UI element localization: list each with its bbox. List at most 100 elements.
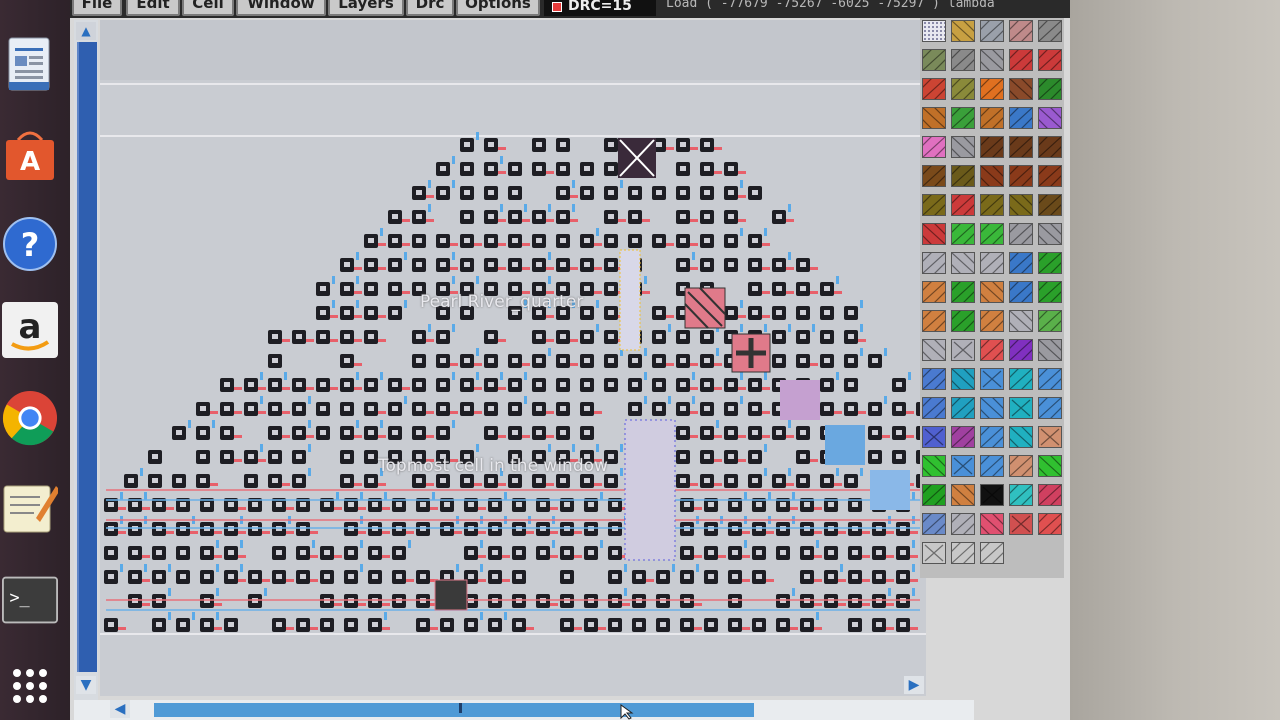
layer-swatch[interactable] bbox=[1038, 484, 1062, 506]
vertical-scroll-thumb[interactable] bbox=[77, 42, 97, 672]
layer-swatch[interactable] bbox=[980, 339, 1004, 361]
layer-swatch[interactable] bbox=[922, 542, 946, 564]
layer-swatch[interactable] bbox=[951, 107, 975, 129]
layer-swatch[interactable] bbox=[951, 484, 975, 506]
layer-swatch[interactable] bbox=[951, 49, 975, 71]
scroll-up-arrow-icon[interactable]: ▲ bbox=[76, 22, 96, 40]
layer-swatch[interactable] bbox=[1009, 426, 1033, 448]
layer-swatch[interactable] bbox=[922, 49, 946, 71]
layer-swatch[interactable] bbox=[980, 252, 1004, 274]
layer-swatch[interactable] bbox=[980, 368, 1004, 390]
layer-swatch[interactable] bbox=[980, 310, 1004, 332]
layer-swatch[interactable] bbox=[980, 107, 1004, 129]
layer-swatch[interactable] bbox=[1038, 223, 1062, 245]
horizontal-scrollbar[interactable]: ◀ bbox=[74, 700, 974, 720]
layer-swatch[interactable] bbox=[1038, 107, 1062, 129]
layer-swatch[interactable] bbox=[922, 484, 946, 506]
layer-swatch[interactable] bbox=[922, 136, 946, 158]
layer-swatch[interactable] bbox=[1038, 20, 1062, 42]
layer-swatch[interactable] bbox=[922, 252, 946, 274]
layer-swatch[interactable] bbox=[1038, 368, 1062, 390]
layer-swatch[interactable] bbox=[1009, 368, 1033, 390]
layer-swatch[interactable] bbox=[951, 310, 975, 332]
layer-swatch[interactable] bbox=[1038, 455, 1062, 477]
layer-swatch[interactable] bbox=[1009, 339, 1033, 361]
libreoffice-writer-icon[interactable] bbox=[2, 36, 58, 92]
layer-swatch[interactable] bbox=[1038, 339, 1062, 361]
layer-swatch[interactable] bbox=[980, 397, 1004, 419]
menu-drc[interactable]: Drc bbox=[406, 0, 454, 16]
layer-swatch[interactable] bbox=[951, 426, 975, 448]
layer-swatch[interactable] bbox=[951, 165, 975, 187]
ubuntu-software-icon[interactable]: A bbox=[2, 126, 58, 182]
layer-swatch[interactable] bbox=[1009, 78, 1033, 100]
layer-swatch[interactable] bbox=[1038, 281, 1062, 303]
layer-swatch[interactable] bbox=[951, 281, 975, 303]
layout-drawing[interactable] bbox=[100, 20, 926, 696]
horizontal-scroll-thumb[interactable] bbox=[154, 703, 754, 717]
layer-swatch[interactable] bbox=[922, 339, 946, 361]
layer-swatch[interactable] bbox=[951, 136, 975, 158]
layer-swatch[interactable] bbox=[980, 542, 1004, 564]
layer-swatch[interactable] bbox=[1038, 49, 1062, 71]
layer-swatch[interactable] bbox=[922, 455, 946, 477]
layer-swatch[interactable] bbox=[951, 194, 975, 216]
scroll-left-arrow-icon[interactable]: ◀ bbox=[110, 700, 130, 718]
layer-swatch[interactable] bbox=[951, 78, 975, 100]
layer-swatch[interactable] bbox=[951, 20, 975, 42]
show-apps-icon[interactable] bbox=[2, 658, 58, 714]
layer-swatch[interactable] bbox=[1038, 165, 1062, 187]
amazon-icon[interactable]: a bbox=[2, 302, 58, 358]
scroll-down-left-arrow-icon[interactable]: ▼ bbox=[76, 676, 96, 694]
layer-swatch[interactable] bbox=[951, 368, 975, 390]
layer-swatch[interactable] bbox=[922, 165, 946, 187]
layer-swatch[interactable] bbox=[922, 513, 946, 535]
layer-swatch[interactable] bbox=[1009, 281, 1033, 303]
menu-layers[interactable]: Layers bbox=[328, 0, 404, 16]
layer-swatch[interactable] bbox=[951, 542, 975, 564]
layer-swatch[interactable] bbox=[1038, 78, 1062, 100]
menu-edit[interactable]: Edit bbox=[126, 0, 180, 16]
layer-swatch[interactable] bbox=[980, 484, 1004, 506]
layer-swatch[interactable] bbox=[980, 165, 1004, 187]
layer-swatch[interactable] bbox=[1038, 136, 1062, 158]
layer-swatch[interactable] bbox=[922, 20, 946, 42]
layer-swatch[interactable] bbox=[980, 281, 1004, 303]
layer-swatch[interactable] bbox=[922, 368, 946, 390]
layer-swatch[interactable] bbox=[980, 223, 1004, 245]
layer-swatch[interactable] bbox=[980, 20, 1004, 42]
layer-swatch[interactable] bbox=[922, 223, 946, 245]
layer-swatch[interactable] bbox=[980, 426, 1004, 448]
layer-swatch[interactable] bbox=[922, 281, 946, 303]
menu-window[interactable]: Window bbox=[236, 0, 326, 16]
layer-swatch[interactable] bbox=[951, 397, 975, 419]
layer-swatch[interactable] bbox=[922, 397, 946, 419]
layer-swatch[interactable] bbox=[1009, 310, 1033, 332]
layer-swatch[interactable] bbox=[1038, 426, 1062, 448]
layer-swatch[interactable] bbox=[1009, 20, 1033, 42]
scroll-right-arrow-icon[interactable]: ▶ bbox=[904, 676, 924, 694]
layer-swatch[interactable] bbox=[1009, 107, 1033, 129]
layer-swatch[interactable] bbox=[951, 223, 975, 245]
layer-swatch[interactable] bbox=[980, 136, 1004, 158]
layer-swatch[interactable] bbox=[922, 194, 946, 216]
layer-swatch[interactable] bbox=[1009, 165, 1033, 187]
help-icon[interactable]: ? bbox=[2, 216, 58, 272]
vertical-scrollbar[interactable]: ▲ ▼ bbox=[74, 20, 98, 700]
layer-swatch[interactable] bbox=[951, 339, 975, 361]
chrome-icon[interactable] bbox=[2, 390, 58, 446]
layer-swatch[interactable] bbox=[1038, 310, 1062, 332]
layer-swatch[interactable] bbox=[1009, 484, 1033, 506]
layer-swatch[interactable] bbox=[1038, 397, 1062, 419]
layer-swatch[interactable] bbox=[922, 310, 946, 332]
layer-swatch[interactable] bbox=[980, 194, 1004, 216]
layer-swatch[interactable] bbox=[1009, 223, 1033, 245]
layer-swatch[interactable] bbox=[1038, 252, 1062, 274]
layer-swatch[interactable] bbox=[951, 513, 975, 535]
layer-swatch[interactable] bbox=[1009, 194, 1033, 216]
layer-swatch[interactable] bbox=[1038, 194, 1062, 216]
layer-swatch[interactable] bbox=[1009, 397, 1033, 419]
terminal-icon[interactable]: >_ bbox=[2, 572, 58, 628]
text-editor-icon[interactable] bbox=[2, 478, 58, 534]
layer-swatch[interactable] bbox=[980, 78, 1004, 100]
